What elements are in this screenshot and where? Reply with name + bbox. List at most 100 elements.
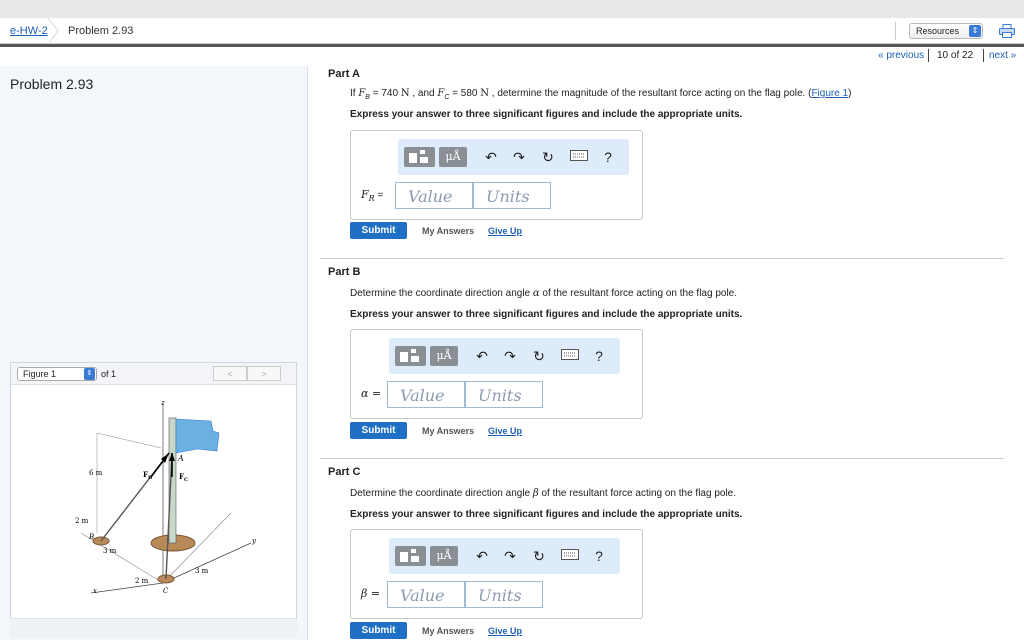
resources-dropdown[interactable]: Resources ⇕ — [909, 23, 983, 39]
problem-title: Problem 2.93 — [10, 76, 94, 92]
chevron-updown-icon: ⇕ — [969, 25, 981, 37]
figure-next-button[interactable]: > — [247, 366, 281, 381]
part-a-value-input[interactable]: Value — [395, 182, 473, 209]
dimension-line — [96, 432, 162, 449]
problem-nav-bar: « previous 10 of 22 next » — [0, 44, 1024, 66]
breadcrumb-link-assignment[interactable]: e-HW-2 — [10, 25, 48, 37]
problem-main: Part A If FB = 740 N , and FC = 580 N , … — [308, 66, 1024, 640]
divider — [928, 49, 929, 62]
keyboard-icon[interactable] — [570, 150, 588, 170]
label-2m: 2 m — [135, 577, 149, 585]
figure-footer — [10, 618, 297, 638]
divider — [983, 49, 984, 62]
x-axis — [90, 582, 164, 594]
redo-icon[interactable]: ↷ — [501, 547, 519, 567]
label-2m: 2 m — [75, 517, 89, 525]
label-y: y — [251, 537, 257, 545]
label-fc: FC — [179, 472, 188, 483]
redo-icon[interactable]: ↷ — [510, 148, 528, 168]
reset-icon[interactable]: ↻ — [530, 547, 548, 567]
help-icon[interactable]: ? — [599, 148, 617, 168]
part-a-question: If FB = 740 N , and FC = 580 N , determi… — [350, 88, 852, 101]
math-toolbar: μÅ ↶ ↷ ↻ ? — [389, 538, 620, 574]
math-toolbar: μÅ ↶ ↷ ↻ ? — [389, 338, 620, 374]
label-z: z — [160, 399, 165, 407]
redo-icon[interactable]: ↷ — [501, 347, 519, 367]
divider — [320, 458, 1004, 459]
part-a-units-input[interactable]: Units — [473, 182, 551, 209]
label-6m: 6 m — [89, 469, 103, 477]
part-b-instruction: Express your answer to three significant… — [350, 309, 743, 320]
breadcrumb-separator-icon — [47, 18, 59, 44]
reset-icon[interactable]: ↻ — [539, 148, 557, 168]
keyboard-icon[interactable] — [561, 549, 579, 569]
units-symbols-button[interactable]: μÅ — [430, 346, 458, 366]
part-c-answer-box: μÅ ↶ ↷ ↻ ? β = Value Units — [350, 529, 643, 619]
undo-icon[interactable]: ↶ — [473, 347, 491, 367]
units-symbols-button[interactable]: μÅ — [439, 147, 467, 167]
label-3m: 3 m — [195, 567, 209, 575]
figure-dropdown[interactable]: Figure 1 ⇕ — [17, 367, 97, 381]
part-a-give-up[interactable]: Give Up — [488, 226, 522, 236]
units-symbols-button[interactable]: μÅ — [430, 546, 458, 566]
part-b-question: Determine the coordinate direction angle… — [350, 288, 738, 299]
part-a-my-answers[interactable]: My Answers — [422, 226, 474, 236]
templates-button[interactable] — [404, 147, 435, 167]
templates-icon — [409, 150, 428, 163]
templates-icon — [400, 349, 419, 362]
breadcrumb: e-HW-2 Problem 2.93 Resources ⇕ — [0, 18, 1024, 44]
part-c-title: Part C — [328, 466, 361, 478]
part-c-submit-button[interactable]: Submit — [350, 622, 407, 639]
print-icon[interactable] — [999, 24, 1015, 38]
part-c-value-input[interactable]: Value — [387, 581, 465, 608]
part-a-title: Part A — [328, 68, 360, 80]
label-c: C — [163, 587, 169, 595]
part-c-answer-label: β = — [361, 587, 381, 600]
flag-pole-figure: z A FB FC 6 m 2 m B 3 m 2 m 3 m x y C — [75, 399, 257, 595]
part-b-title: Part B — [328, 266, 361, 278]
part-b-answer-label: α = — [361, 387, 382, 400]
breadcrumb-current: Problem 2.93 — [68, 25, 134, 37]
part-b-my-answers[interactable]: My Answers — [422, 426, 474, 436]
part-c-question: Determine the coordinate direction angle… — [350, 488, 737, 499]
figure-count: of 1 — [101, 369, 117, 379]
figure-panel: Figure 1 ⇕ of 1 < > z A FB FC 6 m 2 m B … — [10, 362, 297, 636]
previous-link[interactable]: « previous — [878, 50, 924, 61]
undo-icon[interactable]: ↶ — [473, 547, 491, 567]
figure-dropdown-label: Figure 1 — [23, 369, 57, 379]
undo-icon[interactable]: ↶ — [482, 148, 500, 168]
figure-prev-button[interactable]: < — [213, 366, 247, 381]
flag — [175, 418, 220, 454]
problem-counter: 10 of 22 — [937, 50, 974, 61]
label-3m: 3 m — [103, 547, 117, 555]
part-a-submit-button[interactable]: Submit — [350, 222, 407, 239]
part-b-answer-box: μÅ ↶ ↷ ↻ ? α = Value Units — [350, 329, 643, 419]
help-icon[interactable]: ? — [590, 347, 608, 367]
part-a-answer-box: μÅ ↶ ↷ ↻ ? FR = Value Units — [350, 130, 643, 220]
part-c-give-up[interactable]: Give Up — [488, 626, 522, 636]
keyboard-icon[interactable] — [561, 349, 579, 369]
part-b-units-input[interactable]: Units — [465, 381, 543, 408]
label-x: x — [93, 587, 97, 595]
part-b-submit-button[interactable]: Submit — [350, 422, 407, 439]
divider — [320, 258, 1004, 259]
help-icon[interactable]: ? — [590, 547, 608, 567]
templates-button[interactable] — [395, 346, 426, 366]
math-toolbar: μÅ ↶ ↷ ↻ ? — [398, 139, 629, 175]
templates-icon — [400, 549, 419, 562]
divider — [895, 22, 896, 40]
templates-button[interactable] — [395, 546, 426, 566]
reset-icon[interactable]: ↻ — [530, 347, 548, 367]
figure-1-link[interactable]: Figure 1 — [811, 88, 848, 99]
part-b-value-input[interactable]: Value — [387, 381, 465, 408]
problem-sidebar: Problem 2.93 Figure 1 ⇕ of 1 < > z A FB … — [0, 66, 308, 640]
next-link[interactable]: next » — [989, 50, 1016, 61]
figure-header: Figure 1 ⇕ of 1 < > — [11, 363, 296, 385]
part-c-units-input[interactable]: Units — [465, 581, 543, 608]
part-c-instruction: Express your answer to three significant… — [350, 509, 743, 520]
browser-top-bar — [0, 0, 1024, 18]
label-a: A — [177, 454, 184, 463]
part-c-my-answers[interactable]: My Answers — [422, 626, 474, 636]
part-b-give-up[interactable]: Give Up — [488, 426, 522, 436]
part-a-answer-label: FR = — [361, 188, 384, 204]
